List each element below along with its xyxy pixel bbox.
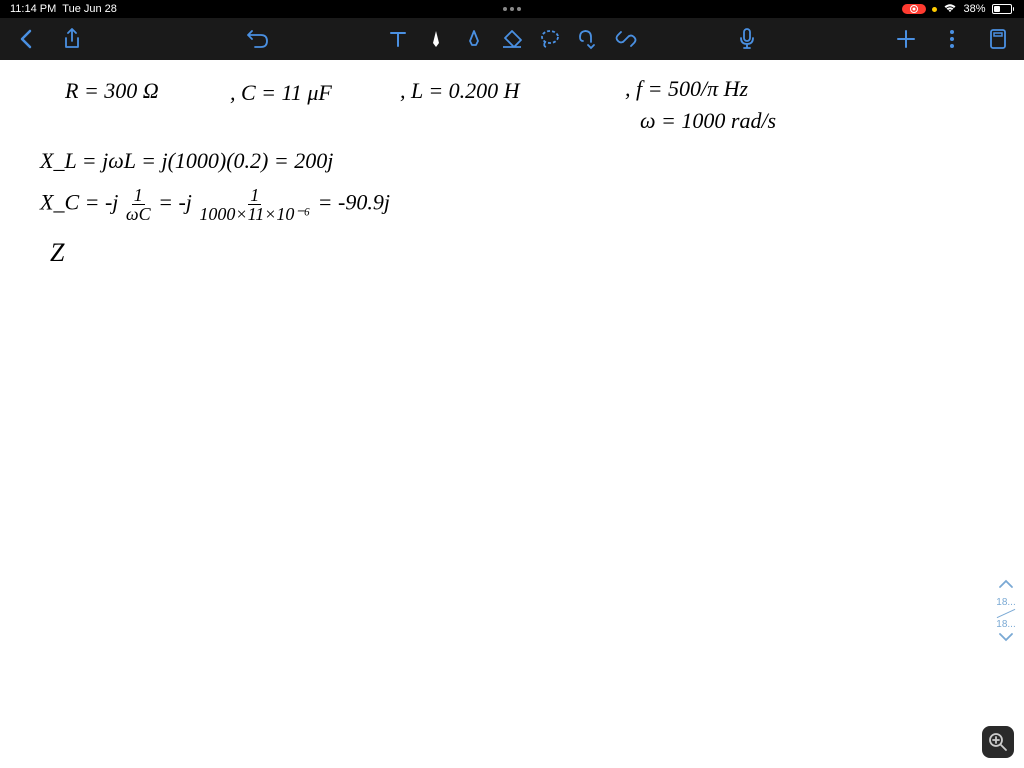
mic-indicator-dot [932,7,937,12]
status-left: 11:14 PM Tue Jun 28 [10,3,117,15]
mic-button[interactable] [735,27,759,51]
link-tool-button[interactable] [614,27,638,51]
page-down-button[interactable] [998,632,1014,648]
status-date: Tue Jun 28 [62,3,117,15]
hw-c: , C = 11 μF [230,80,332,106]
app-toolbar [0,18,1024,60]
status-right: 38% [902,3,1014,16]
undo-button[interactable] [246,27,270,51]
hw-w: ω = 1000 rad/s [640,108,776,134]
status-bar: 11:14 PM Tue Jun 28 38% [0,0,1024,18]
page-up-button[interactable] [998,579,1014,595]
wifi-icon [943,3,957,16]
shape-tool-button[interactable] [576,27,600,51]
page-current: 18... [996,597,1015,608]
hw-r: R = 300 Ω [65,78,159,104]
lasso-tool-button[interactable] [538,27,562,51]
pages-button[interactable] [986,27,1010,51]
multitask-indicator[interactable] [503,7,521,11]
note-canvas[interactable]: R = 300 Ω , C = 11 μF , L = 0.200 H , f … [0,60,1024,768]
back-button[interactable] [14,27,38,51]
hw-xc: X_C = -j 1ωC = -j 11000×11×10⁻⁶ = -90.9j [40,186,390,223]
page-total: 18... [996,619,1015,630]
add-button[interactable] [894,27,918,51]
pen-tool-button[interactable] [424,27,448,51]
status-time: 11:14 PM [10,3,56,15]
eraser-tool-button[interactable] [500,27,524,51]
screen-record-indicator[interactable] [902,4,926,14]
highlighter-tool-button[interactable] [462,27,486,51]
zoom-button[interactable] [982,726,1014,758]
share-button[interactable] [60,27,84,51]
record-icon [910,5,918,13]
battery-pct: 38% [963,3,985,15]
text-tool-button[interactable] [386,27,410,51]
hw-l: , L = 0.200 H [400,78,520,104]
hw-z: Z [50,238,64,268]
hw-f: , f = 500/π Hz [625,76,748,102]
more-button[interactable] [940,27,964,51]
page-navigator: 18... 18... [996,579,1016,648]
hw-xl: X_L = jωL = j(1000)(0.2) = 200j [40,148,333,174]
page-divider [997,609,1016,618]
battery-icon [992,4,1015,14]
